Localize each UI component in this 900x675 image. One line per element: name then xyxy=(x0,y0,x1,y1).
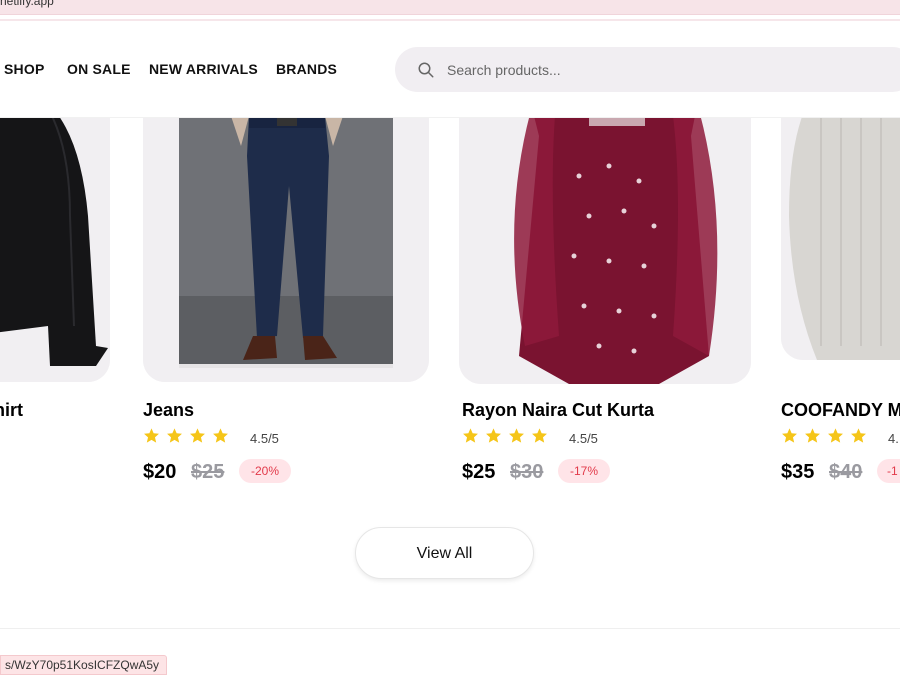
star-icon xyxy=(190,428,205,443)
star-icon xyxy=(805,428,820,443)
sweater-image xyxy=(781,96,900,360)
discount-badge: -17% xyxy=(558,459,611,483)
product-title[interactable]: Jeans xyxy=(143,400,194,421)
star-icon xyxy=(486,428,501,443)
old-price: $40 xyxy=(829,461,863,483)
product-image-jeans[interactable] xyxy=(143,96,429,382)
jeans-image xyxy=(143,96,429,382)
kurta-image xyxy=(459,96,751,384)
browser-address-bar[interactable]: netlify.app xyxy=(0,0,900,15)
address-url[interactable]: netlify.app xyxy=(0,0,54,8)
search-icon xyxy=(418,62,434,78)
nav-shop[interactable]: SHOP xyxy=(4,61,44,77)
star-icon xyxy=(782,428,797,443)
rating-text: 4. xyxy=(888,431,899,446)
discount-badge: -20% xyxy=(239,459,292,483)
section-divider xyxy=(0,628,900,629)
price: $20 xyxy=(143,461,177,483)
nav-new-arrivals[interactable]: NEW ARRIVALS xyxy=(149,61,258,77)
product-image-kurta[interactable] xyxy=(459,96,751,384)
star-icon xyxy=(851,428,866,443)
price: $35 xyxy=(781,461,815,483)
star-icon xyxy=(532,428,547,443)
product-image-sweater[interactable] xyxy=(781,96,900,360)
star-rating xyxy=(462,427,554,445)
product-title[interactable]: Rayon Naira Cut Kurta xyxy=(462,400,654,421)
rating-text: 4.5/5 xyxy=(569,431,598,446)
star-icon xyxy=(167,428,182,443)
rating-text: 4.5/5 xyxy=(250,431,279,446)
old-price: $25 xyxy=(191,461,225,483)
discount-badge: -1 xyxy=(877,459,900,483)
star-icon xyxy=(463,428,478,443)
star-icon xyxy=(144,428,159,443)
star-rating xyxy=(781,427,873,445)
product-title[interactable]: hirt xyxy=(0,400,23,421)
link-status-bar: s/WzY70p51KosICFZQwA5y xyxy=(0,655,168,675)
shirt-image xyxy=(0,96,110,382)
price: $25 xyxy=(462,461,496,483)
star-icon xyxy=(213,428,228,443)
product-image-shirt[interactable] xyxy=(0,96,110,382)
site-header: SHOP ON SALE NEW ARRIVALS BRANDS xyxy=(0,21,900,118)
view-all-button[interactable]: View All xyxy=(355,527,534,579)
nav-on-sale[interactable]: ON SALE xyxy=(67,61,131,77)
star-icon xyxy=(509,428,524,443)
old-price: $30 xyxy=(510,461,544,483)
nav-brands[interactable]: BRANDS xyxy=(276,61,337,77)
search-input[interactable] xyxy=(447,59,867,81)
search-bar[interactable] xyxy=(395,47,900,92)
product-title[interactable]: COOFANDY M xyxy=(781,400,900,421)
star-rating xyxy=(143,427,235,445)
star-icon xyxy=(828,428,843,443)
